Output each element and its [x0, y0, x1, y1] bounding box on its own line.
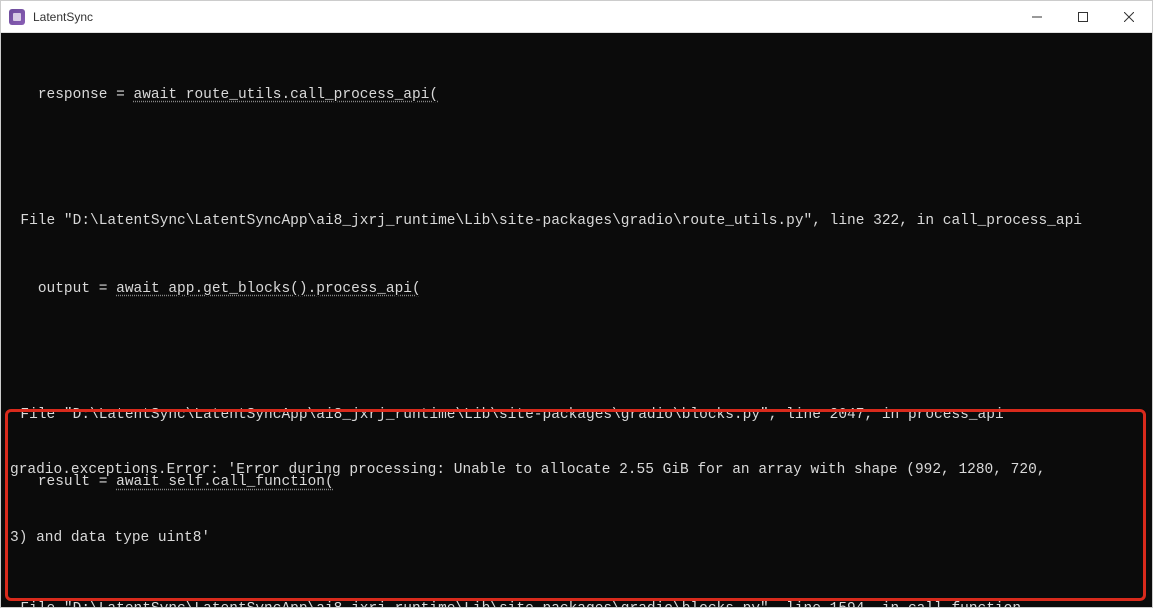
- trace-line: output = await app.get_blocks().process_…: [1, 278, 1152, 300]
- trace-line: File "D:\LatentSync\LatentSyncApp\ai8_jx…: [1, 210, 1152, 232]
- app-icon: [9, 9, 25, 25]
- app-window: LatentSync response = await route_utils.…: [0, 0, 1153, 608]
- titlebar: LatentSync: [1, 1, 1152, 33]
- console-output: response = await route_utils.call_proces…: [1, 33, 1152, 607]
- window-controls: [1014, 1, 1152, 32]
- trace-line: response = await route_utils.call_proces…: [1, 84, 1152, 106]
- maximize-button[interactable]: [1060, 1, 1106, 32]
- error-line: 3) and data type uint8': [10, 527, 1141, 549]
- error-line: gradio.exceptions.Error: 'Error during p…: [10, 459, 1141, 481]
- minimize-button[interactable]: [1014, 1, 1060, 32]
- window-title: LatentSync: [33, 10, 1014, 24]
- close-button[interactable]: [1106, 1, 1152, 32]
- error-highlight-box: gradio.exceptions.Error: 'Error during p…: [5, 409, 1146, 601]
